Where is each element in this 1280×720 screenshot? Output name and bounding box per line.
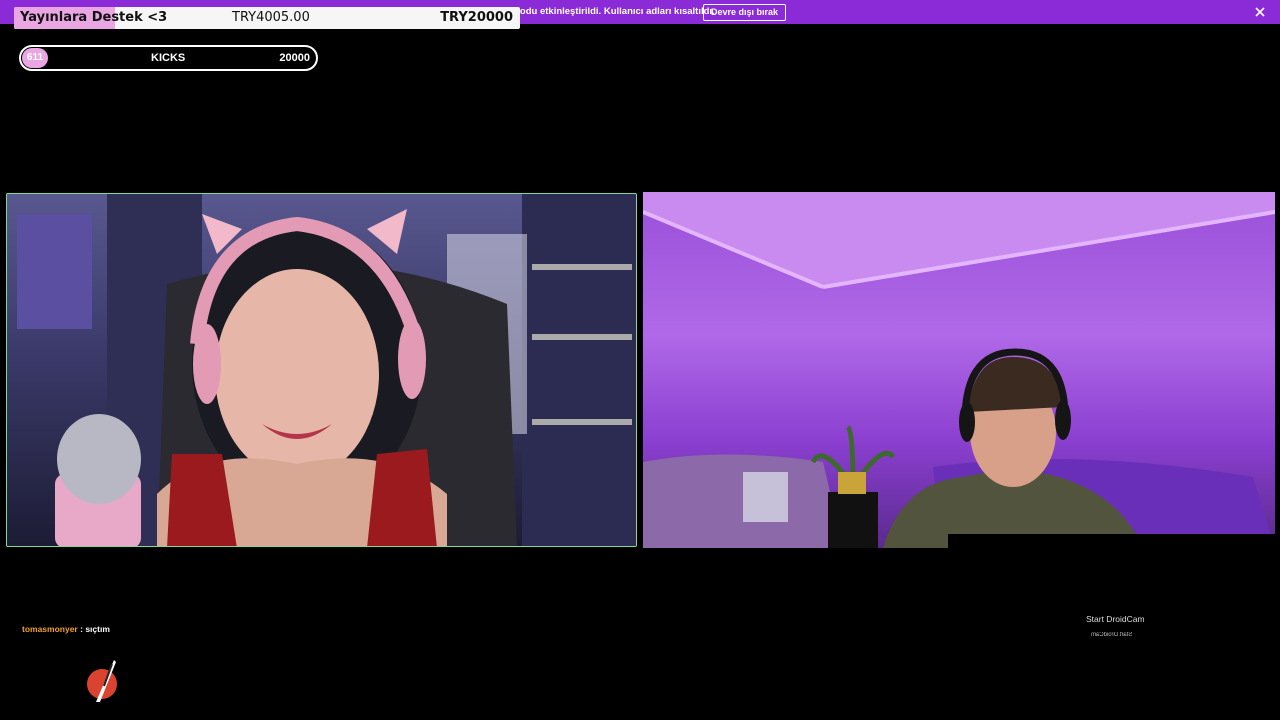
kicks-label: KICKS	[151, 52, 186, 64]
donation-goal-bar: Yayınlara Destek <3 TRY4005.00 TRY20000	[14, 7, 520, 29]
droidcam-label: Start DroidCam	[1086, 614, 1145, 624]
goal-title: Yayınlara Destek <3	[20, 10, 168, 25]
camera-feed-right	[643, 192, 1275, 548]
chat-message: tomasmonyer : sıçtım	[22, 624, 110, 634]
kicks-count: 611	[22, 48, 48, 68]
disable-button[interactable]: Devre dışı bırak	[703, 4, 787, 21]
kicks-goal-bar: 611 KICKS 20000	[19, 45, 318, 71]
droidcam-mirrored-label: Start DroidCam	[1091, 632, 1133, 638]
channel-logo-icon	[86, 658, 120, 704]
chat-username[interactable]: tomasmonyer	[22, 624, 78, 634]
camera-left-scene	[17, 194, 636, 546]
camera-feed-left	[6, 193, 637, 547]
kicks-target: 20000	[279, 52, 310, 64]
goal-target-amount: TRY20000	[440, 10, 513, 25]
goal-current-amount: TRY4005.00	[232, 10, 310, 25]
close-icon[interactable]	[1252, 4, 1268, 20]
camera-right-scene	[643, 192, 1275, 548]
notification-text: Modu etkinleştirildi. Kullanıcı adları k…	[512, 6, 715, 17]
chat-text: sıçtım	[85, 624, 110, 634]
